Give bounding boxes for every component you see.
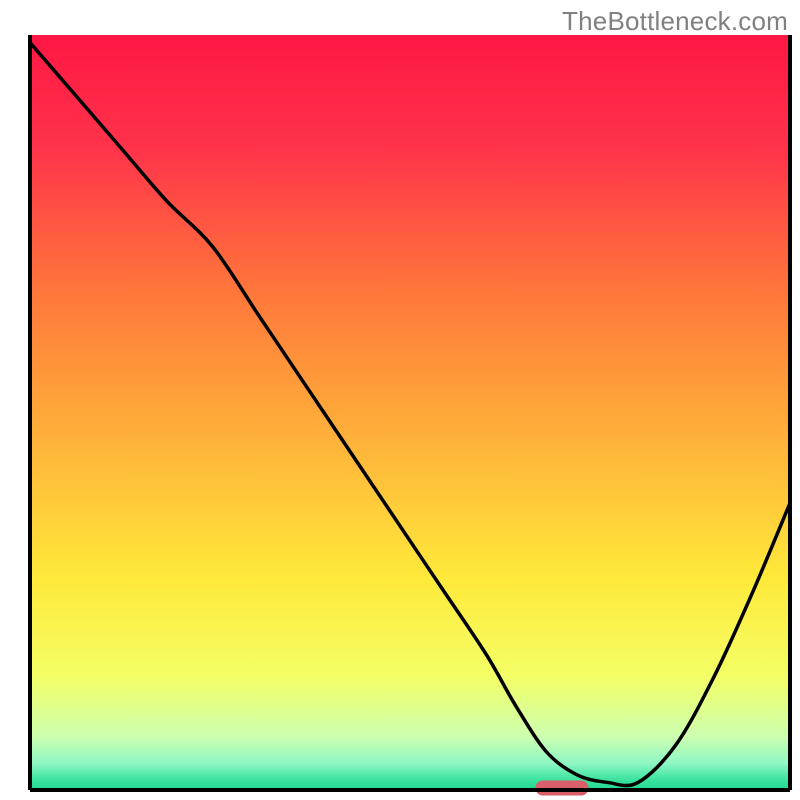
- gradient-background: [30, 35, 790, 790]
- chart-svg: [0, 0, 800, 800]
- bottleneck-chart: TheBottleneck.com: [0, 0, 800, 800]
- watermark-label: TheBottleneck.com: [562, 6, 788, 37]
